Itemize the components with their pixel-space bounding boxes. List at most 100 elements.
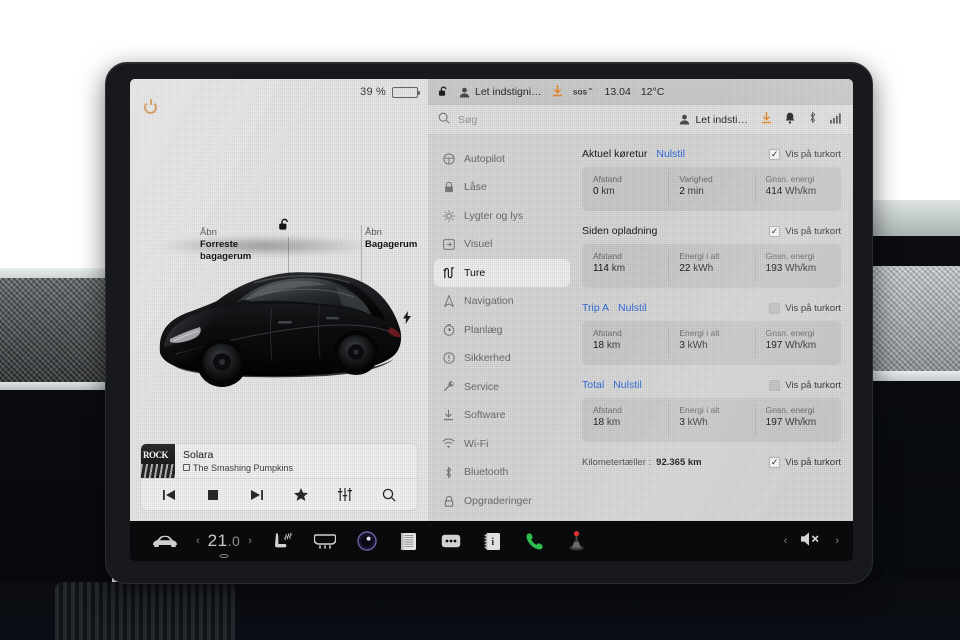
cell-label: Afstand bbox=[593, 405, 622, 415]
unlocked-padlock-icon[interactable] bbox=[438, 85, 449, 100]
reset-trip-button[interactable]: Nulstil bbox=[613, 379, 642, 391]
sidebar-item-autopilot[interactable]: Autopilot bbox=[434, 145, 570, 173]
calendar-icon[interactable] bbox=[388, 524, 430, 558]
driver-profile-name: Let indstigni… bbox=[475, 86, 542, 98]
sidebar-item-label: Bluetooth bbox=[464, 466, 509, 479]
trip-section-name[interactable]: Trip A bbox=[582, 302, 609, 314]
upgrade-lock-icon bbox=[442, 495, 455, 507]
odometer-row: Kilometertæller : 92.365 km ✓ Vis på tur… bbox=[582, 453, 841, 471]
software-download-icon[interactable] bbox=[552, 84, 563, 100]
stop-button[interactable] bbox=[200, 484, 226, 506]
equalizer-button[interactable] bbox=[332, 484, 358, 506]
show-on-map-toggle[interactable]: ✓ Vis på turkort bbox=[769, 379, 841, 391]
trip-card: Afstand 114 km Energi i alt 22 kWh Gnsn.… bbox=[582, 244, 841, 288]
media-player-card[interactable]: ROCK Solara The Smashing Pumpkins bbox=[140, 443, 418, 511]
trip-cell-distance: Afstand 18 km bbox=[582, 321, 668, 365]
vehicle-visualization[interactable]: Åbn Forreste bagagerum Åbn Bag bbox=[130, 105, 428, 521]
volume-mute-icon[interactable] bbox=[800, 531, 822, 552]
trip-cell-avg-energy: Gnsn. energi 197 Wh/km bbox=[754, 321, 841, 365]
volume-prev-button[interactable]: ‹ bbox=[784, 535, 788, 547]
driver-profile-status[interactable]: Let indstigni… bbox=[459, 86, 542, 98]
profile-selector[interactable]: Let indsti… bbox=[679, 114, 748, 126]
temp-decrease-button[interactable]: ‹ bbox=[196, 535, 200, 547]
show-on-map-label: Vis på turkort bbox=[785, 379, 841, 391]
volume-next-button[interactable]: › bbox=[835, 535, 839, 547]
track-artist-row: The Smashing Pumpkins bbox=[183, 462, 293, 474]
sidebar-item-label: Autopilot bbox=[464, 152, 505, 165]
checkbox-unchecked[interactable]: ✓ bbox=[769, 302, 781, 314]
sidebar-item-label: Ture bbox=[464, 266, 486, 279]
headlight-icon bbox=[442, 210, 455, 222]
schedule-clock-icon bbox=[442, 323, 455, 336]
sidebar-item-upgrades[interactable]: Opgraderinger bbox=[434, 487, 570, 515]
track-title: Solara bbox=[183, 448, 214, 461]
sidebar-item-navigation[interactable]: Navigation bbox=[434, 288, 570, 316]
dashboard-left-strip bbox=[0, 382, 105, 390]
sidebar-item-trips[interactable]: Ture bbox=[434, 259, 570, 287]
search-input[interactable]: Søg bbox=[458, 114, 671, 126]
volume-control[interactable]: ‹ › bbox=[784, 531, 839, 552]
previous-track-button[interactable] bbox=[156, 484, 182, 506]
trip-section-header: Siden opladning ✓ Vis på turkort bbox=[582, 222, 841, 240]
reset-trip-button[interactable]: Nulstil bbox=[656, 148, 685, 160]
sidebar-item-label: Opgraderinger bbox=[464, 494, 532, 507]
sos-button[interactable]: SOS bbox=[573, 86, 595, 99]
checkbox-checked[interactable]: ✓ bbox=[769, 225, 781, 237]
sidebar-item-label: Software bbox=[464, 409, 506, 422]
favorite-button[interactable] bbox=[288, 484, 314, 506]
camera-icon[interactable] bbox=[346, 524, 388, 558]
sidebar-item-locks[interactable]: Låse bbox=[434, 174, 570, 202]
temperature-value: 21.0 bbox=[207, 531, 241, 550]
sidebar-item-safety[interactable]: Sikkerhed bbox=[434, 345, 570, 373]
svg-text:SOS: SOS bbox=[573, 89, 588, 96]
seat-heater-icon[interactable] bbox=[262, 524, 304, 558]
unlocked-padlock-icon[interactable] bbox=[278, 217, 291, 236]
sidebar-item-schedule[interactable]: Planlæg bbox=[434, 316, 570, 344]
checkbox-checked[interactable]: ✓ bbox=[769, 148, 781, 160]
album-art: ROCK bbox=[141, 444, 175, 478]
car-controls-icon[interactable] bbox=[144, 524, 186, 558]
trip-card: Afstand 18 km Energi i alt 3 kWh Gnsn. e… bbox=[582, 321, 841, 365]
charge-bolt-icon[interactable] bbox=[403, 311, 411, 327]
cell-label: Varighed bbox=[679, 174, 713, 184]
notifications-bell-icon[interactable] bbox=[785, 111, 795, 129]
checkbox-checked[interactable]: ✓ bbox=[769, 456, 781, 468]
tesla-model-3-render[interactable] bbox=[150, 235, 422, 410]
temperature-control[interactable]: ‹ 21.0 › bbox=[196, 531, 252, 558]
sidebar-item-lights[interactable]: Lygter og lys bbox=[434, 202, 570, 230]
settings-search-bar[interactable]: Søg Let indsti… bbox=[428, 105, 853, 135]
cell-value: 18 km bbox=[593, 340, 621, 351]
trip-section-name[interactable]: Total bbox=[582, 379, 604, 391]
show-on-map-label: Vis på turkort bbox=[785, 148, 841, 160]
cellular-signal-icon[interactable] bbox=[830, 111, 843, 129]
sidebar-item-software[interactable]: Software bbox=[434, 402, 570, 430]
next-track-button[interactable] bbox=[244, 484, 270, 506]
show-on-map-toggle[interactable]: ✓ Vis på turkort bbox=[769, 302, 841, 314]
show-on-map-toggle[interactable]: ✓ Vis på turkort bbox=[769, 148, 841, 160]
contacts-icon[interactable]: i bbox=[472, 524, 514, 558]
phone-icon[interactable] bbox=[514, 524, 556, 558]
sidebar-item-bluetooth[interactable]: Bluetooth bbox=[434, 459, 570, 487]
battery-status-bar: 39 % bbox=[130, 79, 428, 105]
show-on-map-toggle[interactable]: ✓ Vis på turkort bbox=[769, 225, 841, 237]
show-on-map-label: Vis på turkort bbox=[785, 456, 841, 468]
cell-value: 197 Wh/km bbox=[765, 417, 817, 428]
defroster-icon[interactable] bbox=[304, 524, 346, 558]
sidebar-item-service[interactable]: Service bbox=[434, 373, 570, 401]
temp-increase-button[interactable]: › bbox=[248, 535, 252, 547]
search-media-button[interactable] bbox=[376, 484, 402, 506]
checkbox-unchecked[interactable]: ✓ bbox=[769, 379, 781, 391]
reset-trip-button[interactable]: Nulstil bbox=[618, 302, 647, 314]
console-vent-grille bbox=[55, 582, 235, 640]
user-avatar-icon bbox=[680, 114, 690, 125]
sidebar-item-wifi[interactable]: Wi-Fi bbox=[434, 430, 570, 458]
cell-value: 2 min bbox=[679, 186, 704, 197]
show-on-map-toggle[interactable]: ✓ Vis på turkort bbox=[769, 456, 841, 468]
sidebar-item-display[interactable]: Visuel bbox=[434, 231, 570, 259]
more-options-icon[interactable] bbox=[430, 524, 472, 558]
arcade-joystick-icon[interactable] bbox=[556, 524, 598, 558]
bluetooth-icon[interactable] bbox=[808, 111, 817, 129]
temperature-indicator-dot bbox=[219, 554, 229, 558]
software-download-icon[interactable] bbox=[761, 111, 772, 129]
power-icon[interactable] bbox=[144, 99, 157, 114]
